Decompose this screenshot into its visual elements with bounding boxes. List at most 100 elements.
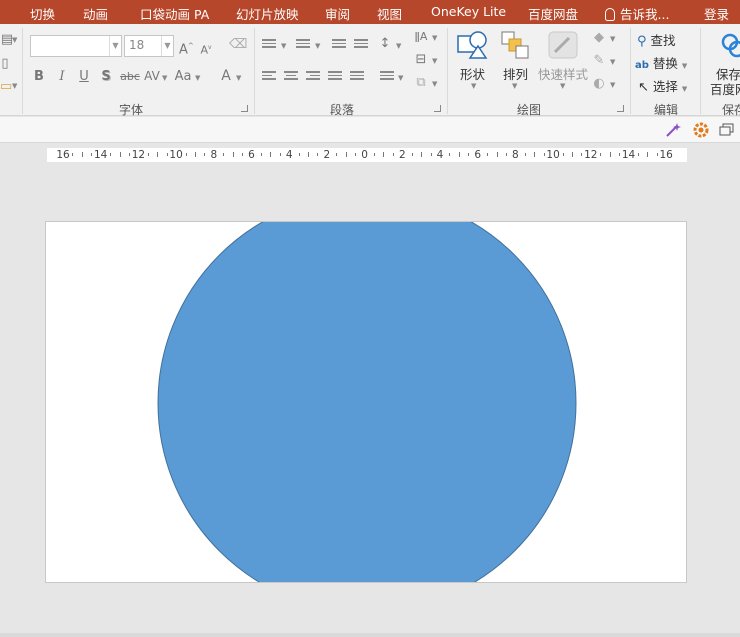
chevron-down-icon: ▼ <box>560 82 566 90</box>
align-left-icon[interactable] <box>262 71 276 83</box>
reset-icon[interactable]: ▯ <box>0 56 10 72</box>
circle-shape[interactable] <box>157 222 577 583</box>
grow-font-icon[interactable]: A^ <box>179 38 194 58</box>
ruler-label: 16 <box>56 149 70 161</box>
select-button[interactable]: ↖ 选择 ▼ <box>638 76 687 95</box>
tab-animations[interactable]: 动画 <box>83 4 108 23</box>
bold-button[interactable]: B <box>33 69 45 85</box>
group-divider <box>447 28 448 114</box>
tab-onekey-lite[interactable]: OneKey Lite <box>431 4 506 19</box>
paragraph-dialog-launcher-icon[interactable] <box>434 105 441 112</box>
arrange-button[interactable]: 排列 <box>503 64 528 83</box>
underline-button[interactable]: U <box>78 69 90 85</box>
font-name-combo[interactable]: ▼ <box>30 35 122 57</box>
section-icon[interactable]: ▭ <box>0 79 12 95</box>
strikethrough-button[interactable]: abc <box>119 69 141 85</box>
ribbon: ▤ ▼ ▯ ▭ ▼ ▼ 18 ▼ A^ Av ⌫ B I U S abc AV … <box>0 24 740 117</box>
ruler-label: 14 <box>94 149 108 161</box>
tell-me-text: 告诉我... <box>620 7 670 22</box>
ruler-tick <box>543 153 545 156</box>
ruler-tick <box>487 153 489 156</box>
ruler-tick <box>505 153 507 156</box>
distributed-icon[interactable] <box>350 71 364 83</box>
numbering-icon[interactable] <box>296 39 310 51</box>
chevron-down-icon: ▼ <box>610 81 616 89</box>
ruler-label: 8 <box>210 149 218 161</box>
font-dialog-launcher-icon[interactable] <box>241 105 248 112</box>
tell-me-box[interactable]: 告诉我... <box>605 4 669 23</box>
save-baidu-line2[interactable]: 百度网 <box>710 79 740 98</box>
columns-icon[interactable] <box>380 71 394 83</box>
quick-styles-icon[interactable] <box>547 30 579 60</box>
chevron-down-icon: ▼ <box>281 42 287 50</box>
align-right-icon[interactable] <box>306 71 320 83</box>
justify-icon[interactable] <box>328 71 342 83</box>
tab-view[interactable]: 视图 <box>377 4 402 23</box>
ruler-tick <box>411 153 413 156</box>
shape-outline-icon[interactable]: ✎ <box>591 53 607 69</box>
magic-wand-icon[interactable] <box>662 120 684 140</box>
tab-pocket-animation[interactable]: 口袋动画 PA <box>140 4 209 23</box>
ruler-tick <box>317 153 319 156</box>
arrange-icon[interactable] <box>500 30 530 60</box>
chevron-down-icon: ▼ <box>396 42 402 50</box>
login-link[interactable]: 登录 <box>704 4 729 23</box>
clear-formatting-icon[interactable]: ⌫ <box>229 37 247 53</box>
restore-window-icon[interactable] <box>716 120 738 140</box>
replace-button[interactable]: ab 替换 ▼ <box>635 53 687 72</box>
find-button[interactable]: ⚲ 查找 <box>637 30 676 49</box>
align-text-icon[interactable]: ⊟ <box>413 52 429 68</box>
ruler-label: 12 <box>584 149 598 161</box>
chevron-down-icon: ▼ <box>12 82 18 90</box>
ruler-tick <box>355 153 357 156</box>
chevron-down-icon: ▼ <box>681 62 688 70</box>
chevron-down-icon: ▼ <box>512 82 518 90</box>
text-shadow-button[interactable]: S <box>100 69 112 85</box>
status-strip <box>0 633 740 637</box>
horizontal-ruler[interactable]: 16 14 12 10 8 6 4 2 0 2 4 6 8 10 12 14 16 <box>47 148 687 162</box>
shapes-icon[interactable] <box>456 30 490 60</box>
cloud-link-icon[interactable] <box>720 32 740 60</box>
ruler-tick <box>81 152 83 157</box>
ruler-tick <box>637 153 639 156</box>
quick-styles-button[interactable]: 快速样式 <box>538 64 588 83</box>
ruler-label: 12 <box>131 149 146 161</box>
bullets-icon[interactable] <box>262 39 276 51</box>
search-icon: ⚲ <box>637 34 647 49</box>
ruler-tick <box>242 153 244 156</box>
align-center-icon[interactable] <box>284 71 298 83</box>
smartart-icon[interactable]: ⧉ <box>413 75 429 91</box>
ruler-tick <box>223 153 225 156</box>
text-direction-icon[interactable]: ǁA <box>413 29 429 45</box>
ruler-tick <box>449 153 451 156</box>
gear-icon[interactable] <box>690 120 712 140</box>
chevron-down-icon: ▼ <box>109 36 121 56</box>
shrink-font-icon[interactable]: Av <box>200 40 212 59</box>
shapes-button[interactable]: 形状 <box>460 64 485 83</box>
ruler-tick <box>581 153 583 156</box>
tab-slideshow[interactable]: 幻灯片放映 <box>236 4 299 23</box>
ruler-label: 4 <box>285 149 293 161</box>
decrease-indent-icon[interactable] <box>332 39 346 51</box>
drawing-dialog-launcher-icon[interactable] <box>617 105 624 112</box>
ruler-tick <box>647 152 649 157</box>
cursor-icon: ↖ <box>638 80 649 95</box>
ruler-tick <box>298 153 300 156</box>
shape-effects-icon[interactable]: ◐ <box>591 76 607 92</box>
group-divider <box>254 28 255 114</box>
character-spacing-button[interactable]: AV <box>143 68 161 84</box>
font-size-combo[interactable]: 18 ▼ <box>124 35 174 57</box>
slide-canvas[interactable] <box>45 221 687 583</box>
drawing-group-label: 绘图 <box>517 103 542 117</box>
line-spacing-icon[interactable]: ↕ <box>378 36 392 52</box>
tab-transitions[interactable]: 切换 <box>30 4 55 23</box>
ruler-label: 10 <box>169 149 183 161</box>
shape-fill-icon[interactable]: ◆ <box>591 30 607 46</box>
increase-indent-icon[interactable] <box>354 39 368 51</box>
tab-baidu-netdisk[interactable]: 百度网盘 <box>528 4 578 23</box>
ruler-label: 14 <box>621 149 636 161</box>
font-color-button[interactable]: A <box>220 68 232 84</box>
change-case-button[interactable]: Aa <box>174 69 192 85</box>
italic-button[interactable]: I <box>56 69 68 85</box>
tab-review[interactable]: 审阅 <box>325 4 350 23</box>
